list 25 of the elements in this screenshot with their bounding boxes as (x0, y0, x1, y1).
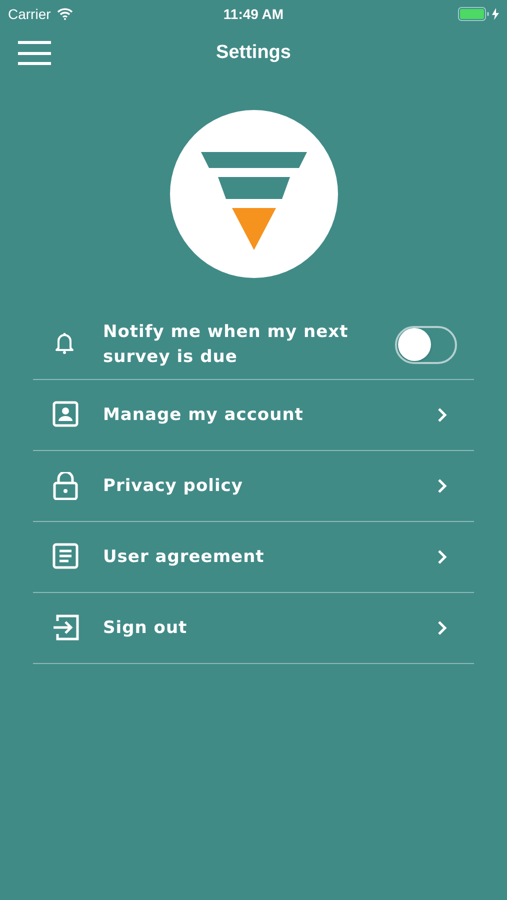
chevron-right-icon (437, 549, 447, 565)
charging-icon (492, 8, 499, 20)
setting-label: Notify me when my next survey is due (103, 320, 350, 368)
row-label: Sign out (103, 616, 188, 640)
wifi-icon (56, 8, 73, 20)
row-label: User agreement (103, 546, 266, 568)
clock-time: 11:49 AM (223, 4, 284, 24)
settings-row[interactable]: Sign out (33, 593, 474, 664)
chevron-right-icon (437, 478, 447, 494)
settings-row[interactable]: User agreement (33, 522, 474, 593)
toggle-switch[interactable] (395, 326, 457, 364)
row-label: Manage my account (103, 404, 304, 426)
chevron-right-icon (437, 620, 447, 636)
person-card-icon (52, 401, 79, 429)
exit-icon (52, 614, 79, 642)
carrier-label: Carrier (8, 4, 51, 24)
menu-button[interactable] (18, 41, 51, 65)
document-icon (52, 543, 79, 571)
lock-icon (52, 472, 79, 500)
screen-title: Settings (216, 40, 291, 65)
battery-icon (458, 7, 490, 21)
settings-row[interactable]: Privacy policy (33, 451, 474, 522)
chevron-right-icon (437, 407, 447, 423)
settings-row[interactable]: Manage my account (33, 380, 474, 451)
row-label: Privacy policy (103, 474, 244, 498)
